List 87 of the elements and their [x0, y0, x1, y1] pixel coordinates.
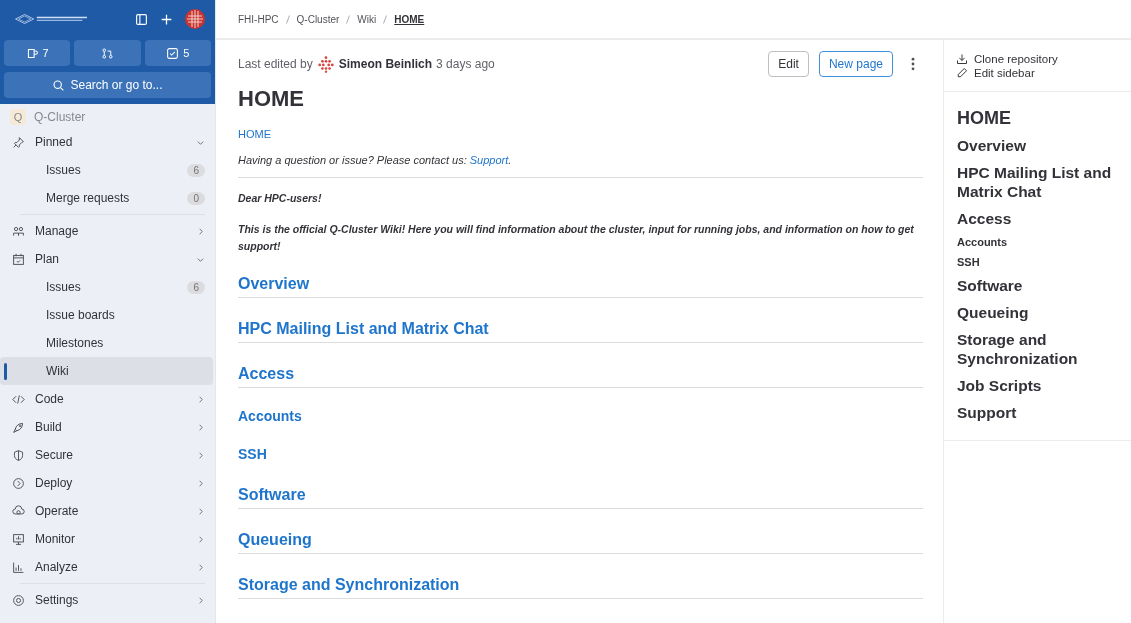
search-icon — [52, 78, 66, 92]
toc-link[interactable]: HOME — [957, 108, 1121, 129]
nav-section[interactable]: Plan — [12, 245, 213, 273]
toc-link[interactable]: Access — [957, 209, 1121, 228]
todo-counter-button[interactable]: 5 — [144, 40, 211, 66]
chevron-icon — [196, 534, 205, 544]
nav-item[interactable]: Issues 6 — [12, 273, 213, 301]
shield-icon — [12, 448, 25, 462]
chevron-icon — [196, 394, 205, 404]
chevron-icon — [196, 506, 205, 516]
avatar-icon[interactable] — [185, 9, 205, 29]
nav-section[interactable]: Analyze — [12, 553, 213, 581]
settings-icon — [12, 593, 25, 607]
section-heading-link[interactable]: HPC Mailing List and Matrix Chat — [238, 314, 923, 343]
breadcrumb-separator-icon — [383, 14, 388, 24]
breadcrumb-link[interactable]: HOME — [394, 13, 425, 25]
issue-counter-button[interactable]: 7 — [4, 40, 71, 66]
calendar-icon — [12, 252, 25, 266]
new-page-button[interactable]: New page — [818, 51, 893, 77]
intro-text: This is the official Q-Cluster Wiki! Here you will find information about the cluster, input for running jobs, and information on how to get support! — [238, 222, 915, 254]
toc-link[interactable]: HPC Mailing List and Matrix Chat — [957, 163, 1121, 201]
code-icon — [12, 392, 25, 406]
more-options-icon[interactable] — [911, 57, 915, 71]
cloud-icon — [12, 504, 25, 518]
chevron-icon — [196, 422, 205, 432]
chevron-icon — [196, 478, 205, 488]
toc-link[interactable]: Storage and Synchronization — [957, 330, 1121, 368]
sidebar-toggle-icon[interactable] — [135, 12, 148, 26]
people-icon — [12, 224, 25, 238]
nav-item[interactable]: Issues 6 — [12, 156, 213, 184]
contact-text: Having a question or issue? Please contact us: Support. — [238, 154, 513, 166]
subsection-heading-link[interactable]: SSH — [238, 442, 923, 466]
nav-section[interactable]: Pinned — [12, 128, 213, 156]
breadcrumb-separator-icon — [346, 14, 351, 24]
toc-link[interactable]: Job Scripts — [957, 376, 1121, 395]
edited-time-text: 3 days ago — [436, 57, 495, 71]
breadcrumb-link[interactable]: Wiki — [357, 13, 377, 25]
last-edited-text: Last edited by — [238, 57, 313, 71]
nav-section[interactable]: Deploy — [12, 469, 213, 497]
nav-section[interactable]: Secure — [12, 441, 213, 469]
greeting-text: Dear HPC-users! — [238, 191, 323, 206]
nav-item[interactable]: Merge requests 0 — [12, 184, 213, 212]
pencil-icon — [956, 67, 968, 79]
section-heading-link[interactable]: Queueing — [238, 525, 923, 554]
nav-section[interactable]: Operate — [12, 497, 213, 525]
toc-link[interactable]: Overview — [957, 136, 1121, 155]
checkbox-icon — [166, 46, 180, 60]
breadcrumb-link[interactable]: FHI-HPC — [238, 13, 279, 25]
section-heading-link[interactable]: Storage and Synchronization — [238, 570, 923, 599]
logo-icon[interactable] — [14, 13, 90, 25]
pin-icon — [12, 135, 25, 149]
toc-link[interactable]: Software — [957, 276, 1121, 295]
clone-repository-link[interactable]: Clone repository — [956, 53, 1119, 65]
author-avatar-icon — [316, 55, 335, 73]
nav-item[interactable]: Issue boards — [12, 301, 213, 329]
page-title: HOME — [238, 86, 305, 112]
toc-link[interactable]: SSH — [957, 256, 1121, 268]
author-link[interactable]: Simeon Beinlich — [338, 57, 433, 71]
nav-section[interactable]: Code — [12, 385, 213, 413]
toc-link[interactable]: Queueing — [957, 303, 1121, 322]
chevron-icon — [196, 562, 205, 572]
nav-section[interactable]: Settings — [12, 586, 213, 614]
edit-sidebar-link[interactable]: Edit sidebar — [956, 67, 1119, 79]
chevron-icon — [196, 450, 205, 460]
nav-section[interactable]: Monitor — [12, 525, 213, 553]
search-button[interactable]: Search or go to... — [4, 72, 211, 98]
chevron-icon — [196, 226, 205, 236]
toc-link[interactable]: Support — [957, 403, 1121, 422]
bar-chart-icon — [12, 560, 25, 574]
nav-item[interactable]: Milestones — [12, 329, 213, 357]
download-icon — [956, 53, 968, 65]
merge-request-icon — [101, 46, 114, 60]
toc-link[interactable]: Accounts — [957, 236, 1121, 248]
section-heading-link[interactable]: Software — [238, 480, 923, 509]
nav-item[interactable]: Wiki — [0, 357, 213, 385]
nav-section[interactable]: Manage — [12, 217, 213, 245]
section-heading-link[interactable]: Overview — [238, 269, 923, 298]
edit-button[interactable]: Edit — [768, 51, 809, 77]
plus-icon[interactable] — [160, 12, 173, 26]
breadcrumb-separator-icon — [285, 14, 290, 24]
section-heading-link[interactable]: Access — [238, 359, 923, 388]
monitor-icon — [12, 532, 25, 546]
subsection-heading-link[interactable]: Accounts — [238, 404, 923, 428]
nav-section[interactable]: Build — [12, 413, 213, 441]
chevron-icon — [196, 595, 205, 605]
home-link[interactable]: HOME — [238, 128, 271, 140]
breadcrumb-link[interactable]: Q-Cluster — [296, 13, 340, 25]
